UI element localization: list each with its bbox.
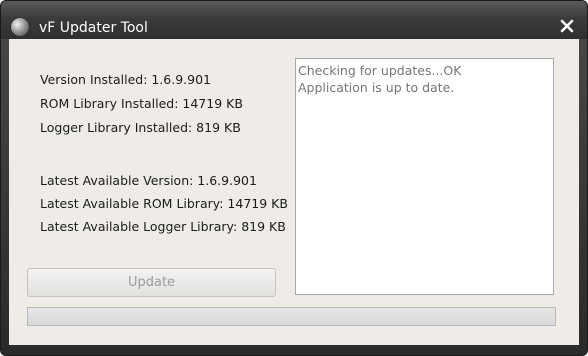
latest-version-label: Latest Available Version: 1.6.9.901	[40, 173, 257, 188]
update-button[interactable]: Update	[27, 268, 276, 297]
version-installed-label: Version Installed: 1.6.9.901	[40, 72, 212, 87]
title-bar[interactable]: vF Updater Tool	[1, 1, 587, 39]
close-button[interactable]	[557, 16, 577, 36]
window-title: vF Updater Tool	[39, 20, 148, 36]
log-line: Checking for updates...OK	[298, 63, 462, 78]
close-icon	[560, 19, 574, 33]
app-logo-icon	[11, 18, 29, 36]
progress-bar	[27, 307, 556, 326]
status-log[interactable]: Checking for updates...OK Application is…	[295, 58, 554, 295]
logger-library-installed-label: Logger Library Installed: 819 KB	[40, 120, 241, 135]
latest-rom-library-label: Latest Available ROM Library: 14719 KB	[40, 196, 288, 211]
rom-library-installed-label: ROM Library Installed: 14719 KB	[40, 96, 243, 111]
latest-logger-library-label: Latest Available Logger Library: 819 KB	[40, 219, 286, 234]
client-area: Version Installed: 1.6.9.901 ROM Library…	[9, 39, 579, 345]
log-line: Application is up to date.	[298, 80, 455, 95]
updater-window: vF Updater Tool Version Installed: 1.6.9…	[0, 0, 588, 356]
